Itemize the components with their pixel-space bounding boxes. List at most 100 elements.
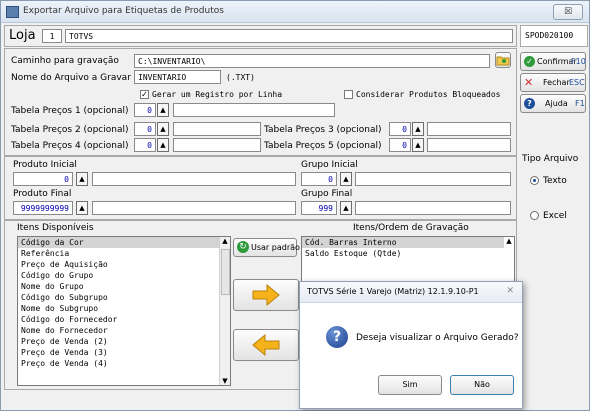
tabela-precos-3-desc xyxy=(427,122,511,136)
disponiveis-scrollbar[interactable]: ▲ ▼ xyxy=(219,237,230,385)
tabela-precos-4-field[interactable]: 0 xyxy=(134,138,156,152)
ordem-item[interactable]: Saldo Estoque (Qtde) xyxy=(302,248,514,259)
produto-inicial-lookup-button[interactable]: ▲ xyxy=(76,172,88,186)
question-icon: ? xyxy=(326,326,348,348)
form-panel: Caminho para gravação C:\INVENTARIO\ Nom… xyxy=(4,48,517,156)
range-panel: Produto Inicial 0 ▲ Produto Final 999999… xyxy=(4,156,517,220)
ordem-label: Itens/Ordem de Gravação xyxy=(353,223,469,233)
loja-label: Loja xyxy=(9,28,36,43)
extension-label: (.TXT) xyxy=(226,73,255,82)
produto-final-desc xyxy=(92,201,296,215)
tabela-precos-5-lookup-button[interactable]: ▲ xyxy=(412,138,424,152)
grupo-final-label: Grupo Final xyxy=(301,189,353,199)
disponiveis-item[interactable]: Código do Grupo xyxy=(18,270,230,281)
grupo-inicial-lookup-button[interactable]: ▲ xyxy=(340,172,352,186)
close-window-button[interactable]: ☒ xyxy=(553,4,583,20)
excel-radio[interactable] xyxy=(530,211,539,220)
texto-radio[interactable] xyxy=(530,176,539,185)
dialog-close-icon[interactable]: ✕ xyxy=(506,286,514,296)
arrow-right-icon xyxy=(252,284,280,306)
add-item-button[interactable] xyxy=(233,279,299,311)
program-code: SPOD020100 xyxy=(525,31,574,40)
tabela-precos-2-desc xyxy=(173,122,261,136)
produto-inicial-desc xyxy=(92,172,296,186)
disponiveis-item[interactable]: Nome do Subgrupo xyxy=(18,303,230,314)
disponiveis-item[interactable]: Preço de Aquisição xyxy=(18,259,230,270)
grupo-inicial-label: Grupo Inicial xyxy=(301,160,358,170)
tabela-precos-2-lookup-button[interactable]: ▲ xyxy=(157,122,169,136)
scroll-thumb[interactable] xyxy=(221,249,230,295)
tabela-precos-5-field[interactable]: 0 xyxy=(389,138,411,152)
disponiveis-item[interactable]: Preço de Venda (4) xyxy=(18,358,230,369)
disponiveis-item[interactable]: Código do Fornecedor xyxy=(18,314,230,325)
tabela-precos-4-lookup-button[interactable]: ▲ xyxy=(157,138,169,152)
folder-icon xyxy=(496,56,510,66)
produto-final-lookup-button[interactable]: ▲ xyxy=(76,201,88,215)
dialog-message: Deseja visualizar o Arquivo Gerado? xyxy=(356,333,519,343)
loja-panel: Loja 1 TOTVS xyxy=(4,25,517,47)
fechar-label: Fechar xyxy=(543,78,570,87)
disponiveis-item[interactable]: Código da Cor xyxy=(18,237,230,248)
gerar-registro-checkbox[interactable]: ✓ xyxy=(140,90,149,99)
nao-button[interactable]: Não xyxy=(450,375,514,395)
app-icon xyxy=(6,6,19,18)
produto-inicial-field[interactable]: 0 xyxy=(13,172,73,186)
scroll-up-icon[interactable]: ▲ xyxy=(220,237,230,245)
dialog-title: TOTVS Série 1 Varejo (Matriz) 12.1.9.10-… xyxy=(307,287,479,296)
title-bar: Exportar Arquivo para Etiquetas de Produ… xyxy=(1,1,589,23)
ordem-scroll-up-icon[interactable]: ▲ xyxy=(504,237,514,245)
close-icon: ✕ xyxy=(524,76,534,89)
grupo-inicial-desc xyxy=(355,172,511,186)
loja-number-field[interactable]: 1 xyxy=(42,29,62,43)
considerar-bloqueados-checkbox[interactable] xyxy=(344,90,353,99)
grupo-final-lookup-button[interactable]: ▲ xyxy=(340,201,352,215)
code-panel: SPOD020100 xyxy=(520,25,588,47)
ajuda-label: Ajuda xyxy=(545,99,568,108)
tabela-precos-3-field[interactable]: 0 xyxy=(389,122,411,136)
disponiveis-item[interactable]: Nome do Fornecedor xyxy=(18,325,230,336)
disponiveis-item[interactable]: Preço de Venda (3) xyxy=(18,347,230,358)
export-window: Exportar Arquivo para Etiquetas de Produ… xyxy=(0,0,590,411)
ordem-item[interactable]: Cód. Barras Interno xyxy=(302,237,514,248)
produto-final-field[interactable]: 9999999999 xyxy=(13,201,73,215)
tabela-precos-5-desc xyxy=(427,138,511,152)
grupo-inicial-field[interactable]: 0 xyxy=(301,172,337,186)
tabela-precos-5-label: Tabela Preços 5 (opcional) xyxy=(264,141,382,151)
produto-inicial-label: Produto Inicial xyxy=(13,160,77,170)
browse-folder-button[interactable] xyxy=(495,52,511,68)
nome-arquivo-field[interactable]: INVENTARIO xyxy=(134,70,221,84)
tabela-precos-1-label: Tabela Preços 1 (opcional) xyxy=(11,106,129,116)
tabela-precos-2-field[interactable]: 0 xyxy=(134,122,156,136)
confirmar-button[interactable]: ✓ Confirmar F10 xyxy=(520,52,586,71)
ajuda-button[interactable]: ? Ajuda F1 xyxy=(520,94,586,113)
ajuda-key: F1 xyxy=(575,99,585,108)
help-icon: ? xyxy=(524,98,535,109)
tabela-precos-1-field[interactable]: 0 xyxy=(134,103,156,117)
tabela-precos-1-desc xyxy=(173,103,335,117)
sim-button[interactable]: Sim xyxy=(378,375,442,395)
window-title: Exportar Arquivo para Etiquetas de Produ… xyxy=(23,6,224,16)
remove-item-button[interactable] xyxy=(233,329,299,361)
loja-name-field: TOTVS xyxy=(65,29,513,43)
grupo-final-field[interactable]: 999 xyxy=(301,201,337,215)
disponiveis-item[interactable]: Nome do Grupo xyxy=(18,281,230,292)
tabela-precos-2-label: Tabela Preços 2 (opcional) xyxy=(11,125,129,135)
disponiveis-item[interactable]: Preço de Venda (2) xyxy=(18,336,230,347)
arrow-left-icon xyxy=(252,334,280,356)
tabela-precos-3-lookup-button[interactable]: ▲ xyxy=(412,122,424,136)
caminho-field[interactable]: C:\INVENTARIO\ xyxy=(134,54,490,68)
dialog-title-bar: TOTVS Série 1 Varejo (Matriz) 12.1.9.10-… xyxy=(300,282,522,303)
fechar-button[interactable]: ✕ Fechar ESC xyxy=(520,73,586,92)
refresh-icon: ↻ xyxy=(237,241,249,253)
usar-padrao-button[interactable]: ↻ Usar padrão xyxy=(233,238,300,257)
disponiveis-item[interactable]: Referência xyxy=(18,248,230,259)
tabela-precos-4-label: Tabela Preços 4 (opcional) xyxy=(11,141,129,151)
disponiveis-item[interactable]: Código do Subgrupo xyxy=(18,292,230,303)
scroll-down-icon[interactable]: ▼ xyxy=(220,377,230,385)
check-icon: ✓ xyxy=(524,56,535,67)
disponiveis-list[interactable]: Código da Cor Referência Preço de Aquisiçã… xyxy=(17,236,231,386)
tabela-precos-1-lookup-button[interactable]: ▲ xyxy=(157,103,169,117)
fechar-key: ESC xyxy=(569,78,585,87)
caminho-label: Caminho para gravação xyxy=(11,56,119,66)
tabela-precos-4-desc xyxy=(173,138,261,152)
